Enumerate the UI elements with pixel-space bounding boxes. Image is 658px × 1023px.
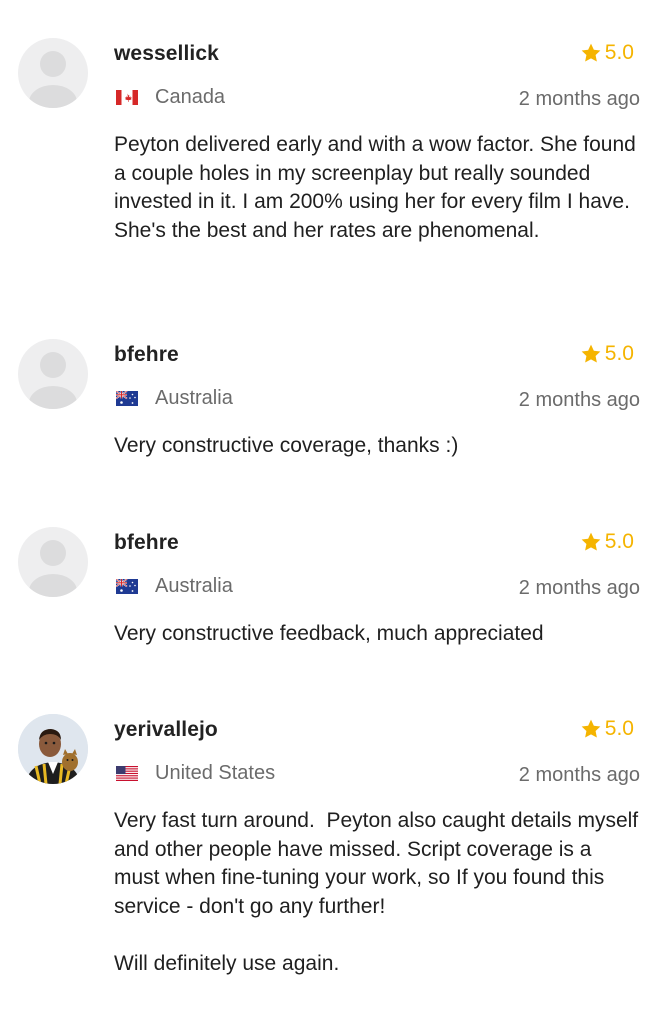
rating: 5.0 <box>580 530 634 554</box>
username[interactable]: bfehre <box>114 531 179 555</box>
country-row: Australia <box>116 387 233 410</box>
us-flag-icon <box>116 766 138 781</box>
star-icon <box>581 344 601 363</box>
review-time: 2 months ago <box>518 88 640 110</box>
country-name: Canada <box>155 86 226 108</box>
rating: 5.0 <box>580 41 634 65</box>
rating-value: 5.0 <box>604 717 634 740</box>
star-icon <box>581 532 601 551</box>
review-time: 2 months ago <box>518 577 640 599</box>
username[interactable]: yerivallejo <box>114 718 218 742</box>
review-text: Peyton delivered early and with a wow fa… <box>114 133 642 242</box>
default-avatar-icon <box>29 352 77 409</box>
country-row: United States <box>116 762 275 785</box>
australia-flag-icon <box>116 391 138 406</box>
star-icon <box>581 43 601 62</box>
username[interactable]: wessellick <box>114 42 219 66</box>
rating: 5.0 <box>580 342 634 366</box>
review-time: 2 months ago <box>518 764 640 786</box>
avatar[interactable] <box>18 714 88 784</box>
user-photo-avatar-icon <box>18 714 88 784</box>
country-name: Australia <box>155 387 233 409</box>
rating: 5.0 <box>580 717 634 741</box>
rating-value: 5.0 <box>604 342 634 365</box>
australia-flag-icon <box>116 579 138 594</box>
rating-value: 5.0 <box>604 530 634 553</box>
country-name: Australia <box>155 575 233 597</box>
review-time: 2 months ago <box>518 389 640 411</box>
default-avatar-icon <box>29 51 77 108</box>
review-text: Very constructive coverage, thanks :) <box>114 434 459 457</box>
avatar[interactable] <box>18 38 88 108</box>
country-name: United States <box>155 762 276 784</box>
review-text: Very fast turn around. Peyton also caugh… <box>114 809 639 975</box>
username[interactable]: bfehre <box>114 343 179 367</box>
canada-flag-icon <box>116 90 138 105</box>
rating-value: 5.0 <box>604 41 634 64</box>
avatar[interactable] <box>18 527 88 597</box>
avatar[interactable] <box>18 339 88 409</box>
default-avatar-icon <box>29 540 77 597</box>
country-row: Canada <box>116 86 225 109</box>
star-icon <box>581 719 601 738</box>
country-row: Australia <box>116 575 233 598</box>
review-text: Very constructive feedback, much appreci… <box>114 622 544 645</box>
